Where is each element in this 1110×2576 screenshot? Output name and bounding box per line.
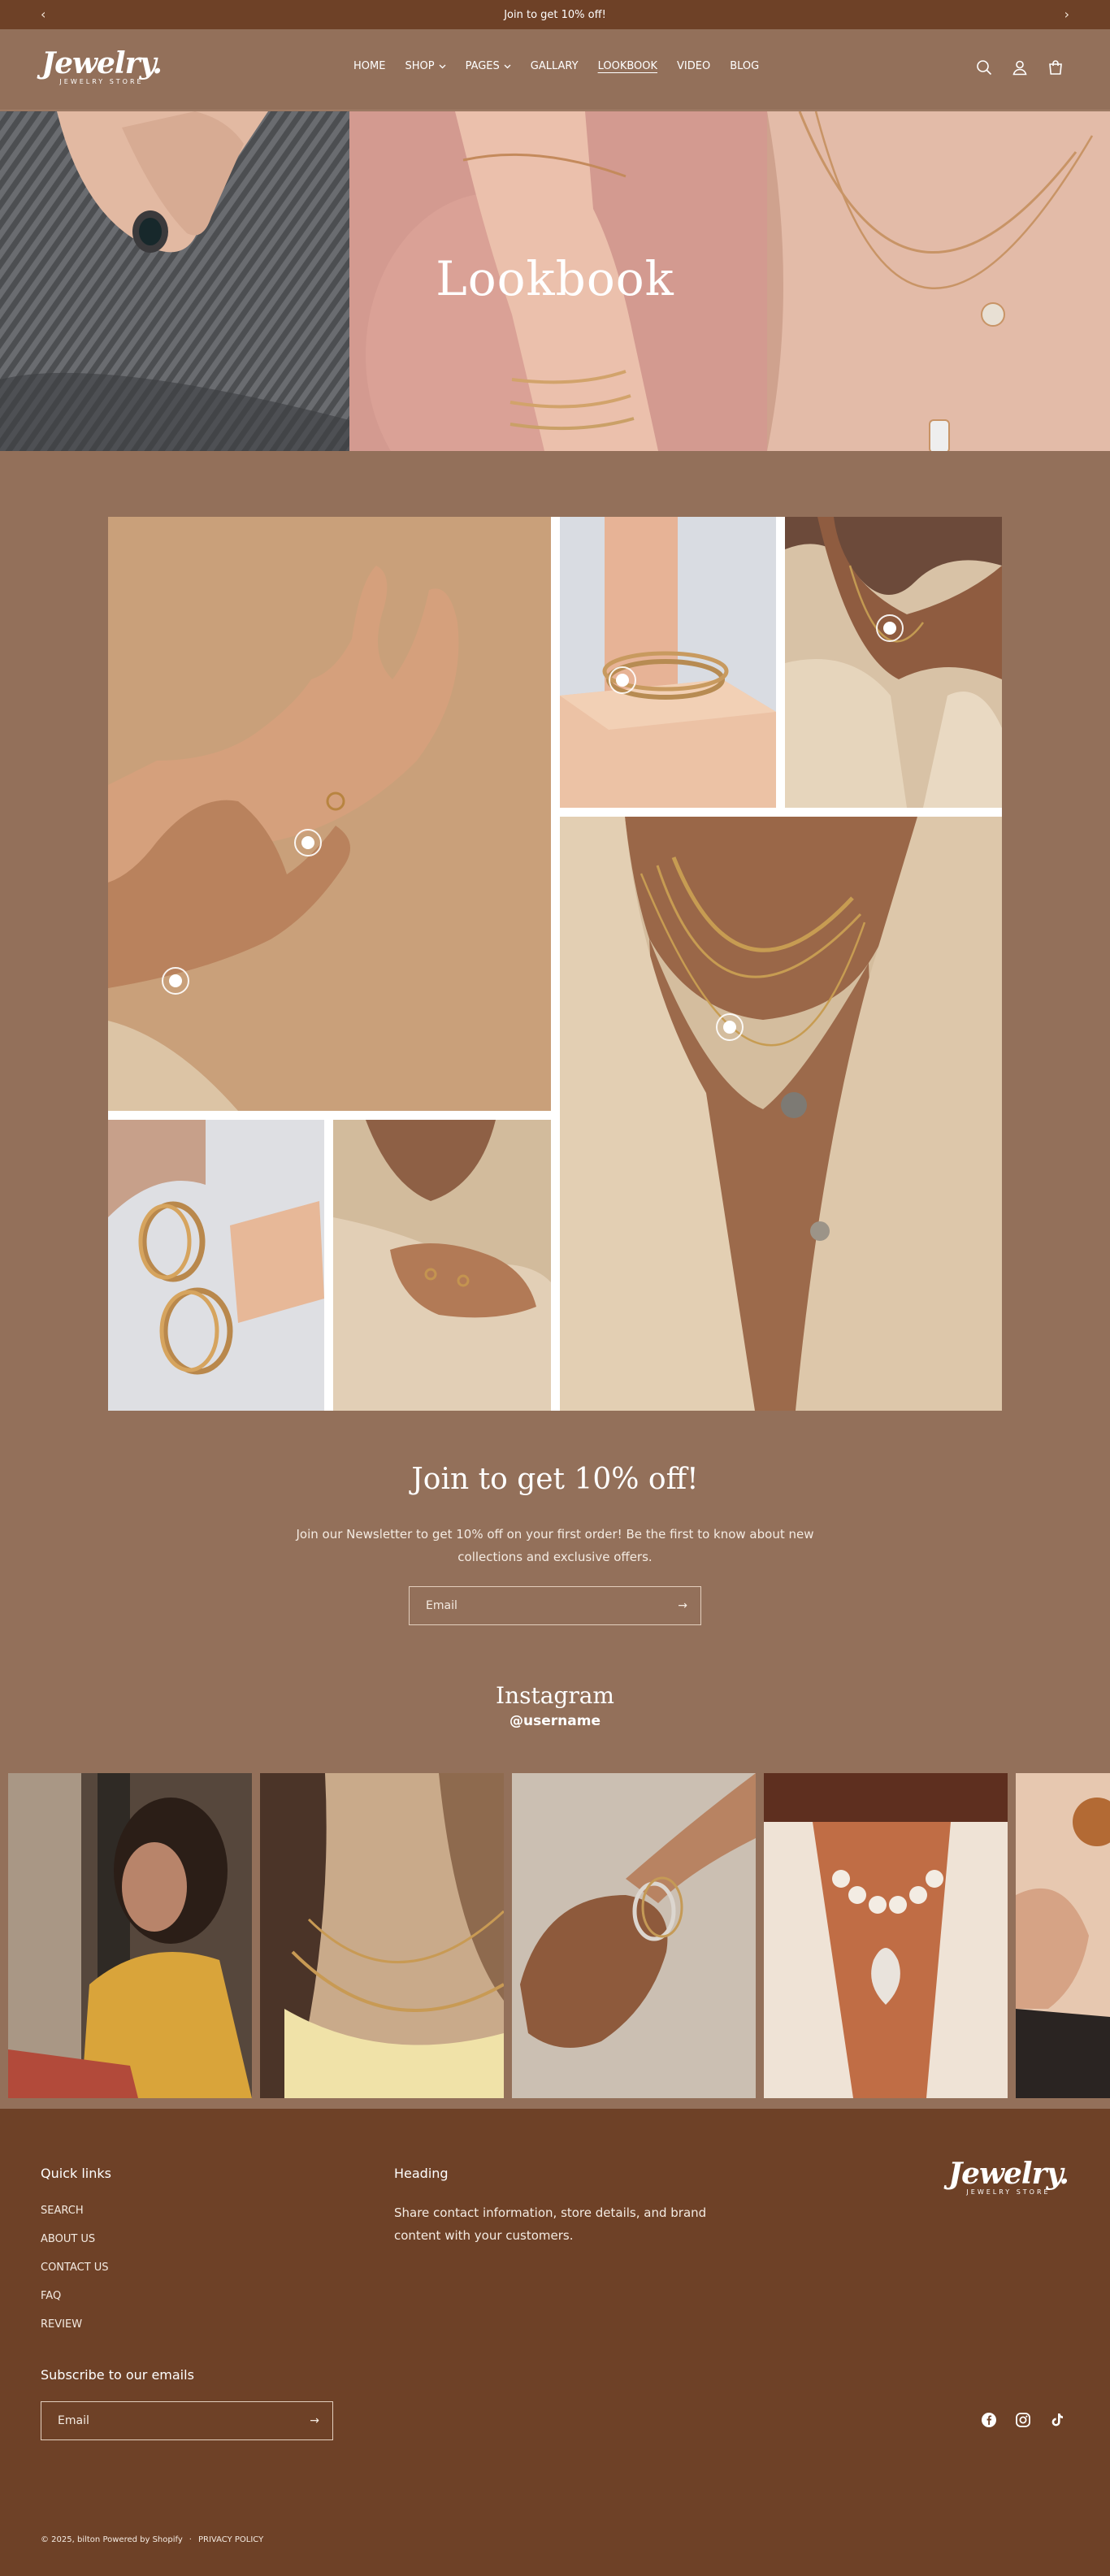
instagram-handle[interactable]: @username — [0, 1713, 1110, 1729]
email-placeholder: Email — [426, 1599, 457, 1612]
announcement-text: Join to get 10% off! — [504, 8, 606, 21]
newsletter-title: Join to get 10% off! — [411, 1463, 699, 1496]
footer-email-field[interactable]: Email → — [41, 2401, 333, 2440]
instagram-image-pearl-necklace[interactable] — [764, 1773, 1008, 2098]
instagram-image-hand-rings[interactable] — [1016, 1773, 1110, 2098]
hero-banner: Lookbook — [0, 111, 1110, 451]
arrow-right-icon[interactable]: → — [310, 2414, 319, 2427]
nav-item-home[interactable]: HOME — [353, 60, 385, 72]
tiktok-icon[interactable] — [1050, 2413, 1064, 2427]
nav-item-blog[interactable]: BLOG — [730, 60, 759, 72]
copyright-text: © 2025, bilton Powered by Shopify — [41, 2535, 183, 2544]
main-nav: HOME SHOP PAGES GALLARY LOOKBOOK VIDEO B… — [353, 60, 759, 72]
lookbook-hotspot[interactable] — [162, 967, 189, 995]
nav-item-gallary[interactable]: GALLARY — [531, 60, 579, 72]
arrow-right-icon[interactable]: → — [678, 1599, 687, 1612]
instagram-image-bracelet[interactable] — [512, 1773, 756, 2098]
newsletter-text: Join our Newsletter to get 10% off on yo… — [296, 1527, 814, 1564]
lookbook-image-gold-rings — [108, 1120, 324, 1411]
account-icon[interactable] — [1011, 59, 1029, 76]
chevron-left-icon[interactable]: ‹ — [41, 7, 46, 22]
lookbook-hotspot[interactable] — [609, 666, 636, 694]
site-header: Jewelry. JEWELRY STORE HOME SHOP PAGES G… — [0, 29, 1110, 111]
lookbook-image-neck-chain — [785, 517, 1002, 808]
footer-link-contact-us[interactable]: CONTACT US — [41, 2262, 109, 2274]
nav-item-shop[interactable]: SHOP — [405, 60, 446, 72]
lookbook-hotspot[interactable] — [876, 614, 904, 642]
search-icon[interactable] — [975, 59, 993, 76]
lookbook-image-hands-rings — [108, 517, 551, 1111]
chevron-down-icon — [439, 64, 446, 68]
footer-link-review[interactable]: REVIEW — [41, 2318, 82, 2331]
announcement-bar: ‹ Join to get 10% off! › — [0, 0, 1110, 29]
chevron-right-icon[interactable]: › — [1064, 7, 1069, 22]
lookbook-image-bracelets-box — [560, 517, 776, 808]
privacy-policy-link[interactable]: PRIVACY POLICY — [198, 2535, 263, 2544]
lookbook-image-hand-rings — [333, 1120, 551, 1411]
copyright-bar: © 2025, bilton Powered by Shopify · PRIV… — [41, 2535, 263, 2544]
social-links — [982, 2413, 1064, 2427]
lookbook-hotspot[interactable] — [716, 1013, 744, 1041]
brand-name: Jewelry. — [41, 46, 163, 80]
nav-item-pages[interactable]: PAGES — [466, 60, 511, 72]
lookbook-hotspot[interactable] — [294, 829, 322, 856]
newsletter-email-field[interactable]: Email → — [409, 1586, 701, 1625]
instagram-image-woman-yellow[interactable] — [8, 1773, 252, 2098]
chevron-down-icon — [504, 64, 511, 68]
nav-item-lookbook[interactable]: LOOKBOOK — [598, 60, 657, 72]
page-title: Lookbook — [436, 251, 674, 306]
nav-item-video[interactable]: VIDEO — [677, 60, 710, 72]
header-icons — [975, 59, 1064, 76]
instagram-feed — [0, 1773, 1110, 2098]
brand-logo[interactable]: Jewelry. JEWELRY STORE — [41, 47, 163, 93]
site-footer: Quick links SEARCH ABOUT US CONTACT US F… — [0, 2109, 1110, 2576]
instagram-icon[interactable] — [1016, 2413, 1030, 2427]
lookbook-image-necklaces — [560, 817, 1002, 1411]
footer-brand-name: Jewelry. — [948, 2157, 1069, 2191]
instagram-image-necklace[interactable] — [260, 1773, 504, 2098]
instagram-title: Instagram — [496, 1682, 614, 1709]
lookbook-grid — [108, 517, 1002, 1411]
footer-email-placeholder: Email — [58, 2414, 89, 2427]
facebook-icon[interactable] — [982, 2413, 996, 2427]
footer-link-about-us[interactable]: ABOUT US — [41, 2233, 95, 2245]
footer-brand-logo[interactable]: Jewelry. JEWELRY STORE — [947, 2158, 1069, 2196]
footer-link-faq[interactable]: FAQ — [41, 2290, 61, 2302]
copyright-separator: · — [189, 2535, 192, 2544]
cart-icon[interactable] — [1047, 59, 1064, 76]
footer-heading: Heading — [394, 2166, 449, 2181]
subscribe-heading: Subscribe to our emails — [41, 2367, 194, 2383]
quick-links-heading: Quick links — [41, 2166, 111, 2181]
footer-link-search[interactable]: SEARCH — [41, 2205, 84, 2217]
footer-text: Share contact information, store details… — [394, 2205, 707, 2243]
